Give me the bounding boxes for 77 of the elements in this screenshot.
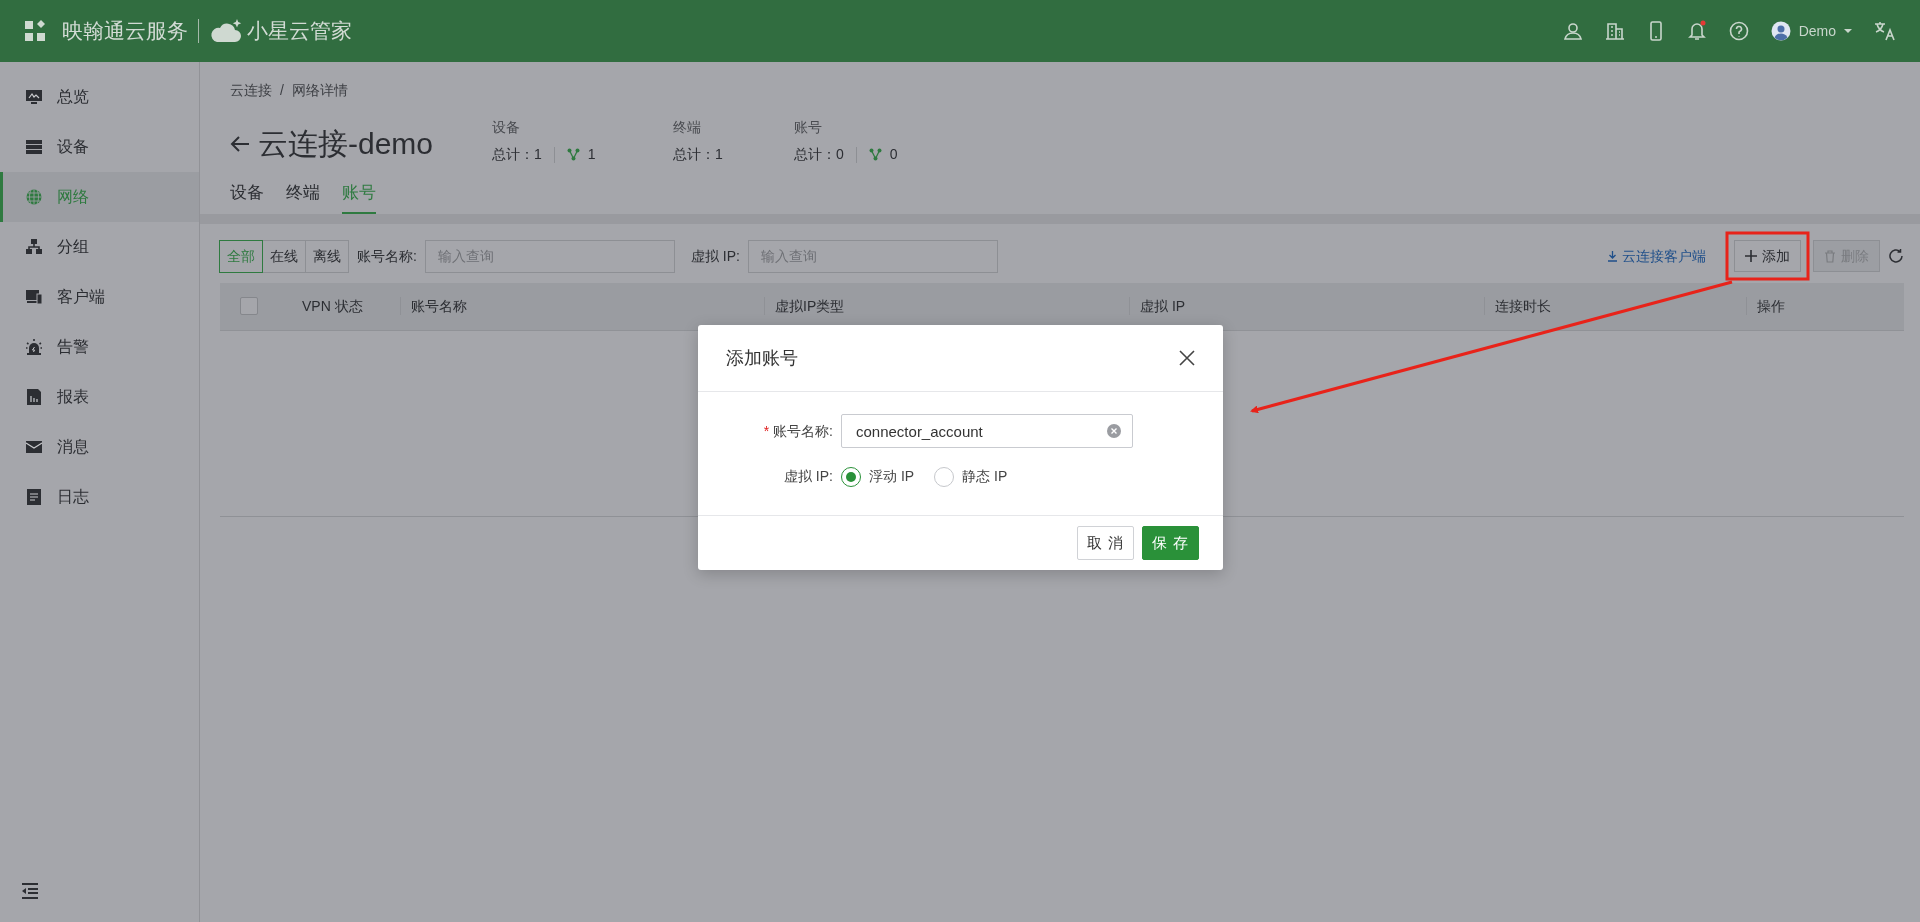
radio-button[interactable] [841, 466, 861, 487]
column-header: 虚拟IP类型 [775, 298, 845, 314]
filter-label: 账号名称: [357, 246, 417, 266]
breadcrumb-current: 网络详情 [291, 81, 348, 100]
column-header: VPN 状态 [302, 298, 363, 314]
translate-icon[interactable] [1874, 21, 1896, 41]
clear-icon[interactable] [1107, 424, 1121, 438]
stat-online: 1 [587, 145, 596, 164]
plus-icon [1745, 250, 1757, 262]
filter-tab[interactable]: 离线 [305, 239, 349, 273]
sidebar-item[interactable]: 日志 [0, 472, 199, 522]
report-icon [25, 388, 43, 406]
close-icon[interactable] [1179, 350, 1195, 366]
column-header: 连接时长 [1495, 298, 1551, 314]
filter-tab[interactable]: 在线 [262, 239, 306, 273]
brand-name: 映翰通云服务 [62, 18, 188, 45]
trash-icon [1824, 249, 1836, 263]
document-icon [25, 488, 43, 506]
radio-label[interactable]: 静态 IP [962, 466, 1008, 487]
cloud-star-logo-icon [209, 18, 243, 44]
help-icon[interactable] [1728, 21, 1749, 41]
monitor-icon [25, 88, 43, 106]
sidebar-item[interactable]: 总览 [0, 72, 199, 122]
column-header: 账号名称 [411, 298, 467, 314]
input-field[interactable]: connector_account [841, 414, 1133, 448]
bell-icon[interactable] [1686, 20, 1707, 42]
stat-label: 终端 [673, 118, 702, 137]
mail-icon [25, 438, 43, 456]
avatar-icon[interactable] [1770, 21, 1791, 41]
product-name: 小星云管家 [247, 18, 352, 45]
column-header: 操作 [1757, 298, 1785, 314]
breadcrumb-link[interactable]: 云连接 [230, 80, 272, 101]
breadcrumb-separator: / [280, 81, 284, 100]
field-label: 账号名称: [773, 422, 833, 439]
building-icon[interactable] [1604, 21, 1625, 41]
download-link[interactable]: 云连接客户端 [1607, 245, 1706, 267]
required-mark: * [763, 422, 770, 439]
devices-icon [25, 288, 43, 306]
stat-total: 总计：1 [492, 145, 542, 164]
column-header: 虚拟 IP [1140, 298, 1186, 314]
radio-label[interactable]: 浮动 IP [869, 466, 915, 487]
hierarchy-icon [25, 238, 43, 256]
cancel-button[interactable]: 取 消 [1076, 526, 1134, 560]
sidebar-item[interactable]: 消息 [0, 422, 199, 472]
save-button[interactable]: 保 存 [1141, 526, 1199, 560]
radio-button[interactable] [934, 466, 955, 487]
download-icon [1607, 250, 1618, 262]
stat-label: 账号 [794, 118, 823, 137]
stat-online: 0 [889, 145, 898, 164]
server-icon [25, 138, 43, 156]
user-name[interactable]: Demo [1798, 20, 1836, 42]
user-icon[interactable] [1562, 21, 1583, 41]
stat-label: 设备 [492, 118, 521, 137]
collapse-menu-icon[interactable] [21, 883, 39, 899]
tab[interactable]: 终端 [286, 180, 320, 214]
caret-icon[interactable] [1844, 28, 1852, 34]
field-label: 虚拟 IP: [784, 468, 833, 484]
globe-icon [25, 188, 43, 206]
add-button[interactable]: 添加 [1734, 240, 1801, 272]
sidebar-item[interactable]: 告警 [0, 322, 199, 372]
sidebar-item[interactable]: 分组 [0, 222, 199, 272]
network-node-icon [566, 148, 580, 161]
grid-logo-icon [24, 20, 46, 42]
dialog-title: 添加账号 [726, 346, 798, 370]
sidebar-item[interactable]: 设备 [0, 122, 199, 172]
filter-label: 虚拟 IP: [690, 246, 740, 266]
siren-icon [25, 338, 43, 356]
page-title: 云连接-demo [258, 126, 434, 162]
network-node-icon [868, 148, 882, 161]
back-arrow-icon[interactable] [230, 134, 250, 153]
stat-total: 总计：0 [794, 145, 844, 164]
checkbox[interactable] [240, 297, 258, 315]
sidebar-item[interactable]: 报表 [0, 372, 199, 422]
sidebar-item[interactable]: 客户端 [0, 272, 199, 322]
stat-total: 总计：1 [673, 145, 723, 164]
tab[interactable]: 设备 [230, 180, 264, 214]
refresh-icon[interactable] [1888, 248, 1904, 264]
